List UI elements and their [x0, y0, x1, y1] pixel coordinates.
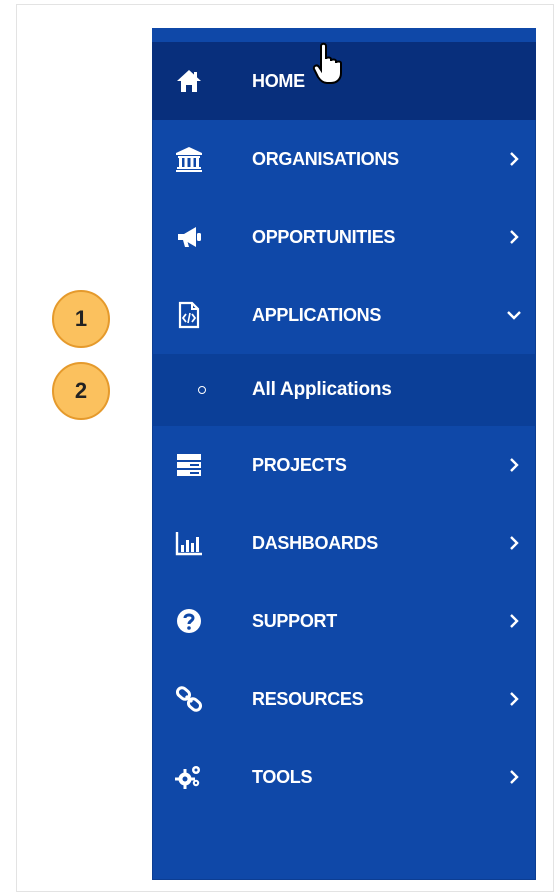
sidebar-item-applications[interactable]: APPLICATIONS	[152, 276, 536, 354]
sidebar-subitem-all-applications[interactable]: All Applications	[152, 354, 536, 426]
sidebar-item-label: DASHBOARDS	[252, 532, 379, 553]
sidebar-top-strip	[152, 28, 536, 42]
question-circle-icon	[174, 606, 204, 636]
megaphone-icon	[174, 222, 204, 252]
server-stack-icon	[174, 450, 204, 480]
home-icon	[174, 66, 204, 96]
bank-icon	[174, 144, 204, 174]
link-icon	[174, 684, 204, 714]
annotation-badge-1: 1	[52, 290, 110, 348]
chevron-right-icon	[506, 613, 522, 629]
sidebar-item-opportunities[interactable]: OPPORTUNITIES	[152, 198, 536, 276]
chevron-right-icon	[506, 769, 522, 785]
chevron-right-icon	[506, 535, 522, 551]
chevron-right-icon	[506, 691, 522, 707]
sidebar-item-label: OPPORTUNITIES	[252, 226, 396, 247]
bar-chart-icon	[174, 528, 204, 558]
chevron-right-icon	[506, 457, 522, 473]
sidebar-item-support[interactable]: SUPPORT	[152, 582, 536, 660]
gears-icon	[174, 762, 204, 792]
sidebar-item-tools[interactable]: TOOLS	[152, 738, 536, 816]
sidebar-item-resources[interactable]: RESOURCES	[152, 660, 536, 738]
circle-bullet-icon	[198, 386, 206, 394]
sidebar-item-label: HOME	[252, 70, 305, 91]
sidebar-item-label: RESOURCES	[252, 688, 364, 709]
sidebar-item-label: APPLICATIONS	[252, 304, 382, 325]
code-file-icon	[174, 300, 204, 330]
sidebar-subitem-label: All Applications	[252, 379, 392, 400]
chevron-right-icon	[506, 229, 522, 245]
sidebar-nav: HOME ORGANISATIONS OPPORTUNITIES APPLICA…	[152, 28, 536, 880]
sidebar-item-organisations[interactable]: ORGANISATIONS	[152, 120, 536, 198]
chevron-right-icon	[506, 151, 522, 167]
annotation-badge-2: 2	[52, 362, 110, 420]
hand-pointer-cursor-icon	[312, 42, 342, 84]
sidebar-item-label: PROJECTS	[252, 454, 347, 475]
chevron-down-icon	[506, 307, 522, 323]
sidebar-item-dashboards[interactable]: DASHBOARDS	[152, 504, 536, 582]
sidebar-item-label: ORGANISATIONS	[252, 148, 399, 169]
sidebar-item-projects[interactable]: PROJECTS	[152, 426, 536, 504]
sidebar-item-label: TOOLS	[252, 766, 313, 787]
sidebar-item-label: SUPPORT	[252, 610, 337, 631]
